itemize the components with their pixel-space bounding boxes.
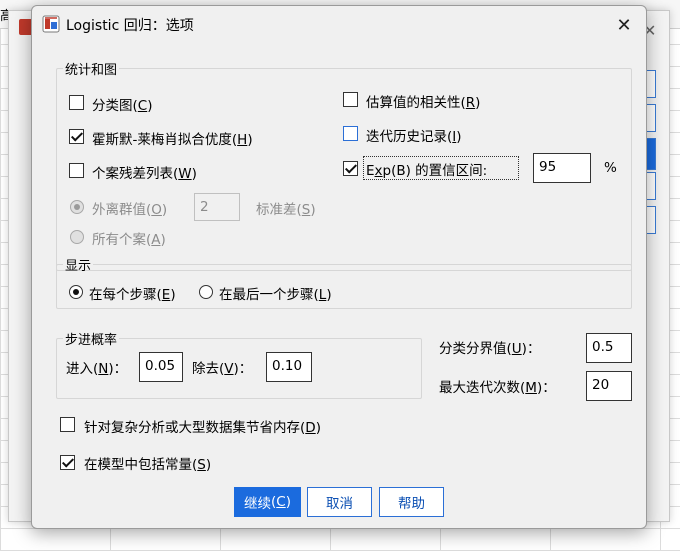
conserve-memory-label[interactable]: 针对复杂分析或大型数据集节省内存(D) (84, 416, 321, 436)
removal-probability-input[interactable]: 0.10 (266, 352, 312, 382)
outliers-radio[interactable] (70, 200, 84, 214)
confidence-interval-checkbox[interactable] (343, 161, 358, 176)
hosmer-lemeshow-label[interactable]: 霍斯默-莱梅肖拟合优度(H) (92, 128, 253, 148)
all-cases-radio[interactable] (70, 230, 84, 244)
help-button[interactable]: 帮助 (379, 487, 444, 517)
removal-label: 除去(V)： (192, 361, 253, 377)
all-cases-label: 所有个案(A) (92, 232, 166, 248)
correlations-checkbox[interactable] (343, 92, 358, 107)
classification-cutoff-input[interactable]: 0.5 (586, 333, 632, 363)
confidence-interval-label[interactable]: Exp(B) 的置信区间: (366, 159, 487, 179)
entry-label: 进入(N)： (66, 361, 128, 377)
hosmer-lemeshow-checkbox[interactable] (69, 129, 84, 144)
max-iterations-label: 最大迭代次数(M)： (439, 380, 556, 396)
classification-plot-checkbox[interactable] (69, 95, 84, 110)
cancel-button[interactable]: 取消 (307, 487, 372, 517)
each-step-label[interactable]: 在每个步骤(E) (89, 283, 176, 303)
casewise-residuals-label[interactable]: 个案残差列表(W) (92, 162, 197, 182)
outliers-sd-label: 标准差(S) (256, 202, 316, 218)
conserve-memory-checkbox[interactable] (60, 417, 75, 432)
confidence-level-input[interactable]: 95 (533, 153, 591, 183)
include-constant-checkbox[interactable] (60, 455, 75, 470)
correlations-label[interactable]: 估算值的相关性(R) (366, 91, 480, 111)
include-constant-label[interactable]: 在模型中包括常量(S) (84, 453, 211, 473)
close-icon[interactable]: ✕ (610, 12, 638, 38)
last-step-radio[interactable] (199, 285, 213, 299)
spss-app-icon (42, 15, 60, 33)
iteration-history-label[interactable]: 迭代历史记录(I) (366, 125, 462, 145)
entry-probability-input[interactable]: 0.05 (139, 352, 183, 382)
dialog-title: Logistic 回归：选项 (66, 18, 194, 34)
dialog-titlebar[interactable]: Logistic 回归：选项 ✕ (32, 6, 646, 42)
max-iterations-input[interactable]: 20 (586, 371, 632, 401)
last-step-label[interactable]: 在最后一个步骤(L) (219, 283, 332, 303)
continue-button[interactable]: 继续(C) (234, 487, 301, 517)
display-legend: 显示 (65, 259, 92, 274)
outliers-sd-input[interactable]: 2 (194, 193, 240, 221)
stepwise-probability-legend: 步进概率 (65, 333, 118, 348)
logistic-options-dialog: Logistic 回归：选项 ✕ 统计和图 分类图(C) 霍斯默-莱梅肖拟合优度… (31, 5, 647, 529)
each-step-radio[interactable] (69, 285, 83, 299)
casewise-residuals-checkbox[interactable] (69, 163, 84, 178)
statistics-plots-legend: 统计和图 (65, 63, 118, 78)
classification-cutoff-label: 分类分界值(U)： (439, 341, 541, 357)
iteration-history-checkbox[interactable] (343, 126, 358, 141)
percent-unit: % (604, 160, 617, 176)
outliers-label: 外离群值(O) (92, 202, 168, 218)
classification-plot-label[interactable]: 分类图(C) (92, 94, 153, 114)
